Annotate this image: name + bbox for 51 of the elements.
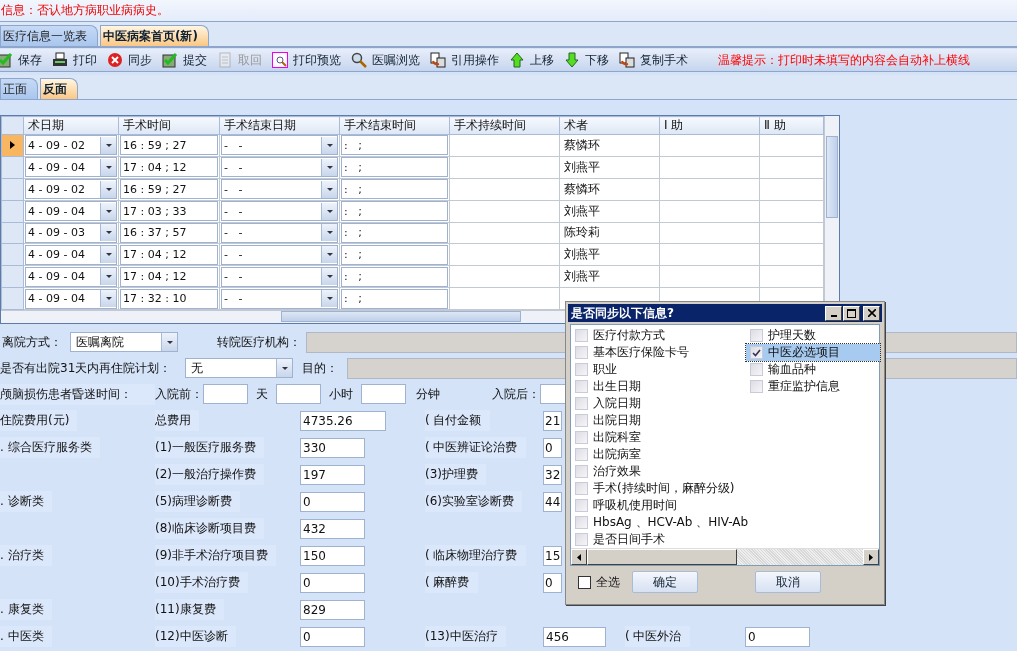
table-cell-text: 陈玲莉	[563, 225, 600, 240]
field-label: (10)手术治疗费	[155, 572, 248, 593]
category-label: . 中医类	[0, 626, 52, 647]
column-header: 术日期	[23, 116, 119, 135]
unit-label: 分钟	[415, 385, 441, 403]
column-header: 术者	[559, 116, 660, 135]
field-label: (5)病理诊断费	[155, 491, 240, 512]
category-label: . 康复类	[0, 599, 52, 620]
field-label: 颅脑损伤患者昏迷时间：	[0, 383, 155, 405]
field-label: 总费用	[155, 410, 199, 431]
field-label: (8)临床诊断项目费	[155, 518, 264, 539]
table-cell-text: 蔡憐环	[563, 181, 600, 196]
field-label: ( 麻醉费	[425, 572, 478, 593]
field-label: 转院医疗机构：	[217, 333, 301, 351]
field-label: ( 自付金额	[425, 410, 490, 431]
dialog-title: 是否同步以下信息?	[571, 304, 675, 322]
field-label: 目的：	[302, 359, 339, 377]
table-cell-text: 刘燕平	[563, 203, 600, 218]
table-cell-text: 蔡憐环	[563, 137, 600, 152]
field-label: (1)一般医疗服务费	[155, 437, 264, 458]
tip-text: 温馨提示：打印时未填写的内容会自动补上横线	[718, 51, 970, 69]
field-label: ( 中医辨证论治费	[425, 437, 526, 458]
category-label: . 诊断类	[0, 491, 52, 512]
column-header: Ⅱ 助	[759, 116, 824, 135]
category-label: 住院费用(元)	[0, 410, 78, 431]
category-label: . 综合医疗服务类	[0, 437, 100, 458]
column-header: Ⅰ 助	[659, 116, 760, 135]
table-cell-text: 刘燕平	[563, 269, 600, 284]
field-label: (9)非手术治疗项目费	[155, 545, 276, 566]
field-label: (12)中医诊断	[155, 626, 236, 647]
field-label: ( 中医外治	[625, 626, 690, 647]
field-label: ( 临床物理治疗费	[425, 545, 526, 566]
field-label: 离院方式：	[1, 333, 63, 351]
column-header: 手术结束时间	[339, 116, 450, 135]
field-label: (11)康复费	[155, 599, 224, 620]
field-label: (2)一般治疗操作费	[155, 464, 264, 485]
field-label: 是否有出院31天内再住院计划：	[0, 359, 173, 377]
column-header: 手术持续时间	[449, 116, 560, 135]
unit-label: 小时	[329, 385, 353, 403]
field-label: 入院前：	[155, 385, 203, 403]
column-header: 手术时间	[118, 116, 220, 135]
field-label: (3)护理费	[425, 464, 486, 485]
field-label: (6)实验室诊断费	[425, 491, 522, 512]
column-header: 手术结束日期	[219, 116, 340, 135]
table-cell-text: 刘燕平	[563, 247, 600, 262]
field-label: (13)中医治疗	[425, 626, 506, 647]
table-cell-text: 刘燕平	[563, 159, 600, 174]
category-label: . 治疗类	[0, 545, 52, 566]
notice-text: 信息：否认地方病职业病病史。	[1, 2, 169, 19]
unit-label: 天	[256, 385, 268, 403]
field-label: 入院后：	[492, 385, 540, 403]
